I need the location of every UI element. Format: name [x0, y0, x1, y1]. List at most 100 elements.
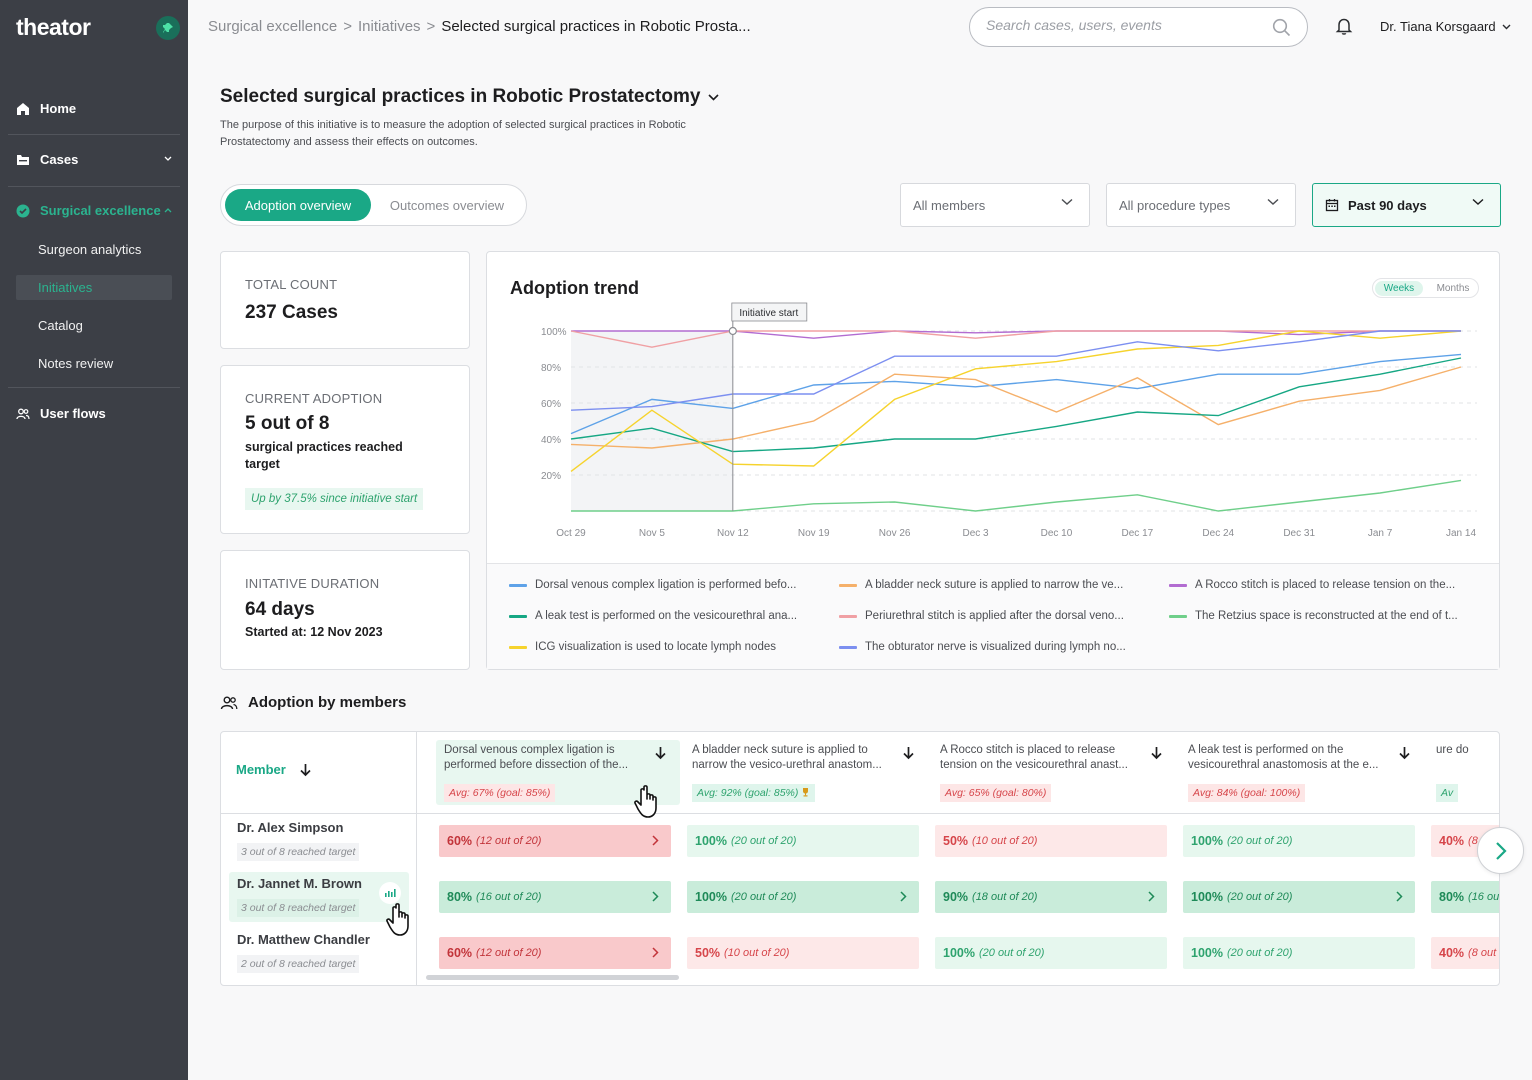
sort-arrow-icon[interactable]	[903, 746, 914, 765]
practice-column-header[interactable]: A Rocco stitch is placed to release tens…	[932, 740, 1176, 805]
sidebar-subitem-surgeon-analytics[interactable]: Surgeon analytics	[16, 237, 172, 262]
member-row[interactable]: Dr. Matthew Chandler 2 out of 8 reached t…	[229, 928, 409, 978]
practice-average-badge: Av	[1436, 784, 1459, 802]
scroll-right-button[interactable]	[1477, 827, 1524, 874]
page-description: The purpose of this initiative is to mea…	[220, 119, 686, 148]
adoption-cell[interactable]: 80% (16 out of 20)	[439, 881, 671, 913]
sidebar-item-cases[interactable]: Cases	[16, 152, 172, 167]
adoption-count: (20 out of 20)	[978, 947, 1045, 959]
legend-swatch	[839, 583, 857, 587]
chevron-right-icon	[1495, 841, 1507, 860]
legend-swatch	[839, 645, 857, 649]
sidebar: theator Home Cases Surgical excellence S…	[0, 0, 188, 1080]
adoption-count: (20 out of 20)	[1226, 891, 1293, 903]
adoption-cell[interactable]: 40%(8 out of	[1431, 937, 1499, 969]
pin-icon[interactable]	[156, 16, 180, 40]
sidebar-item-user-flows[interactable]: User flows	[16, 406, 106, 421]
search-input[interactable]	[986, 17, 1266, 33]
adoption-cell[interactable]: 60% (12 out of 20)	[439, 937, 671, 969]
users-icon	[16, 408, 30, 419]
initiative-start-marker[interactable]	[728, 326, 737, 336]
breadcrumb-link[interactable]: Initiatives	[358, 18, 421, 35]
adoption-cell[interactable]: 60% (12 out of 20)	[439, 825, 671, 857]
tab-adoption-overview[interactable]: Adoption overview	[225, 189, 371, 221]
member-row[interactable]: Dr. Jannet M. Brown 3 out of 8 reached ta…	[229, 872, 409, 922]
adoption-cell[interactable]: 80%(16 out o	[1431, 881, 1499, 913]
sort-arrow-icon[interactable]	[1399, 746, 1410, 765]
sidebar-item-surgical-excellence[interactable]: Surgical excellence	[16, 203, 172, 218]
adoption-cell[interactable]: 100% (20 out of 20)	[1183, 825, 1415, 857]
x-tick-label: Jan 7	[1368, 528, 1393, 539]
theator-logo[interactable]: theator	[16, 14, 91, 41]
sort-arrow-icon[interactable]	[655, 746, 666, 765]
badge-check-icon	[16, 204, 30, 217]
legend-item[interactable]: A leak test is performed on the vesicour…	[509, 610, 797, 622]
user-name: Dr. Tiana Korsgaard	[1380, 19, 1496, 34]
legend-item[interactable]: A Rocco stitch is placed to release tens…	[1169, 579, 1455, 591]
members-filter[interactable]: All members	[900, 183, 1090, 227]
legend-label: Dorsal venous complex ligation is perfor…	[535, 579, 797, 591]
sidebar-subitem-initiatives[interactable]: Initiatives	[16, 275, 172, 300]
legend-label: A bladder neck suture is applied to narr…	[865, 579, 1124, 591]
legend-item[interactable]: The Retzius space is reconstructed at th…	[1169, 610, 1458, 622]
chevron-right-icon	[1396, 891, 1403, 905]
practice-average: Av	[1441, 787, 1454, 799]
adoption-count: (16 out of 20)	[476, 891, 542, 903]
adoption-cell[interactable]: 50% (10 out of 20)	[687, 937, 919, 969]
sort-arrow-icon[interactable]	[1151, 746, 1162, 765]
practice-column-header[interactable]: A leak test is performed on the vesicour…	[1180, 740, 1424, 805]
practice-column-header[interactable]: A bladder neck suture is applied to narr…	[684, 740, 928, 805]
adoption-cell[interactable]: 100% (20 out of 20)	[687, 881, 919, 913]
adoption-cell[interactable]: 50% (10 out of 20)	[935, 825, 1167, 857]
adoption-cell[interactable]: 100% (20 out of 20)	[1183, 937, 1415, 969]
view-tabs: Adoption overview Outcomes overview	[220, 184, 527, 226]
sidebar-subitem-notes-review[interactable]: Notes review	[16, 351, 172, 376]
total-count-value: 237 Cases	[245, 302, 338, 323]
practice-average: Avg: 65% (goal: 80%)	[945, 787, 1047, 799]
member-target-summary: 3 out of 8 reached target	[237, 843, 360, 861]
adoption-cell[interactable]: 100% (20 out of 20)	[935, 937, 1167, 969]
chart-legend: Dorsal venous complex ligation is perfor…	[487, 563, 1499, 669]
duration-value: 64 days	[245, 599, 315, 620]
legend-item[interactable]: Periurethral stitch is applied after the…	[839, 610, 1124, 622]
member-column-header[interactable]: Member	[236, 762, 311, 777]
sidebar-item-label: Cases	[40, 152, 79, 167]
procedure-filter-value: All procedure types	[1119, 197, 1231, 213]
member-analytics-button[interactable]	[379, 882, 401, 904]
trophy-icon	[801, 787, 810, 800]
legend-item[interactable]: Dorsal venous complex ligation is perfor…	[509, 579, 796, 591]
legend-item[interactable]: A bladder neck suture is applied to narr…	[839, 579, 1123, 591]
adoption-cell[interactable]: 100% (20 out of 20)	[687, 825, 919, 857]
practice-name: A leak test is performed on the vesicour…	[1188, 744, 1379, 771]
legend-label: ICG visualization is used to locate lymp…	[535, 641, 776, 653]
breadcrumb-link[interactable]: Surgical excellence	[208, 18, 337, 35]
bell-icon[interactable]	[1334, 16, 1354, 36]
adoption-percent: 50%	[695, 946, 721, 960]
tab-outcomes-overview[interactable]: Outcomes overview	[373, 189, 521, 221]
member-row[interactable]: Dr. Alex Simpson 3 out of 8 reached targe…	[229, 816, 409, 866]
sidebar-item-label: Surgical excellence	[40, 203, 161, 218]
procedure-filter[interactable]: All procedure types	[1106, 183, 1296, 227]
sidebar-subitem-catalog[interactable]: Catalog	[16, 313, 172, 338]
member-target-summary: 2 out of 8 reached target	[237, 955, 360, 973]
adoption-percent: 40%	[1439, 834, 1465, 848]
adoption-count: (20 out of 20)	[730, 891, 797, 903]
search-icon[interactable]	[1272, 18, 1291, 37]
user-menu[interactable]: Dr. Tiana Korsgaard	[1380, 19, 1511, 34]
chevron-up-icon	[164, 208, 172, 213]
horizontal-scrollbar[interactable]	[426, 975, 679, 980]
bar-chart-icon	[385, 889, 396, 897]
adoption-cell[interactable]: 90% (18 out of 20)	[935, 881, 1167, 913]
sidebar-item-home[interactable]: Home	[16, 101, 76, 116]
adoption-percent: 40%	[1439, 946, 1465, 960]
legend-label: The Retzius space is reconstructed at th…	[1195, 610, 1458, 622]
adoption-percent: 60%	[447, 834, 473, 848]
practice-column-header[interactable]: ure do Av	[1428, 740, 1499, 805]
adoption-count: (8 out of	[1468, 947, 1499, 959]
date-filter[interactable]: Past 90 days	[1312, 183, 1501, 227]
legend-item[interactable]: ICG visualization is used to locate lymp…	[509, 641, 776, 653]
adoption-cell[interactable]: 100% (20 out of 20)	[1183, 881, 1415, 913]
legend-item[interactable]: The obturator nerve is visualized during…	[839, 641, 1126, 653]
page-title[interactable]: Selected surgical practices in Robotic P…	[220, 86, 720, 108]
x-tick-label: Jan 14	[1446, 528, 1476, 539]
